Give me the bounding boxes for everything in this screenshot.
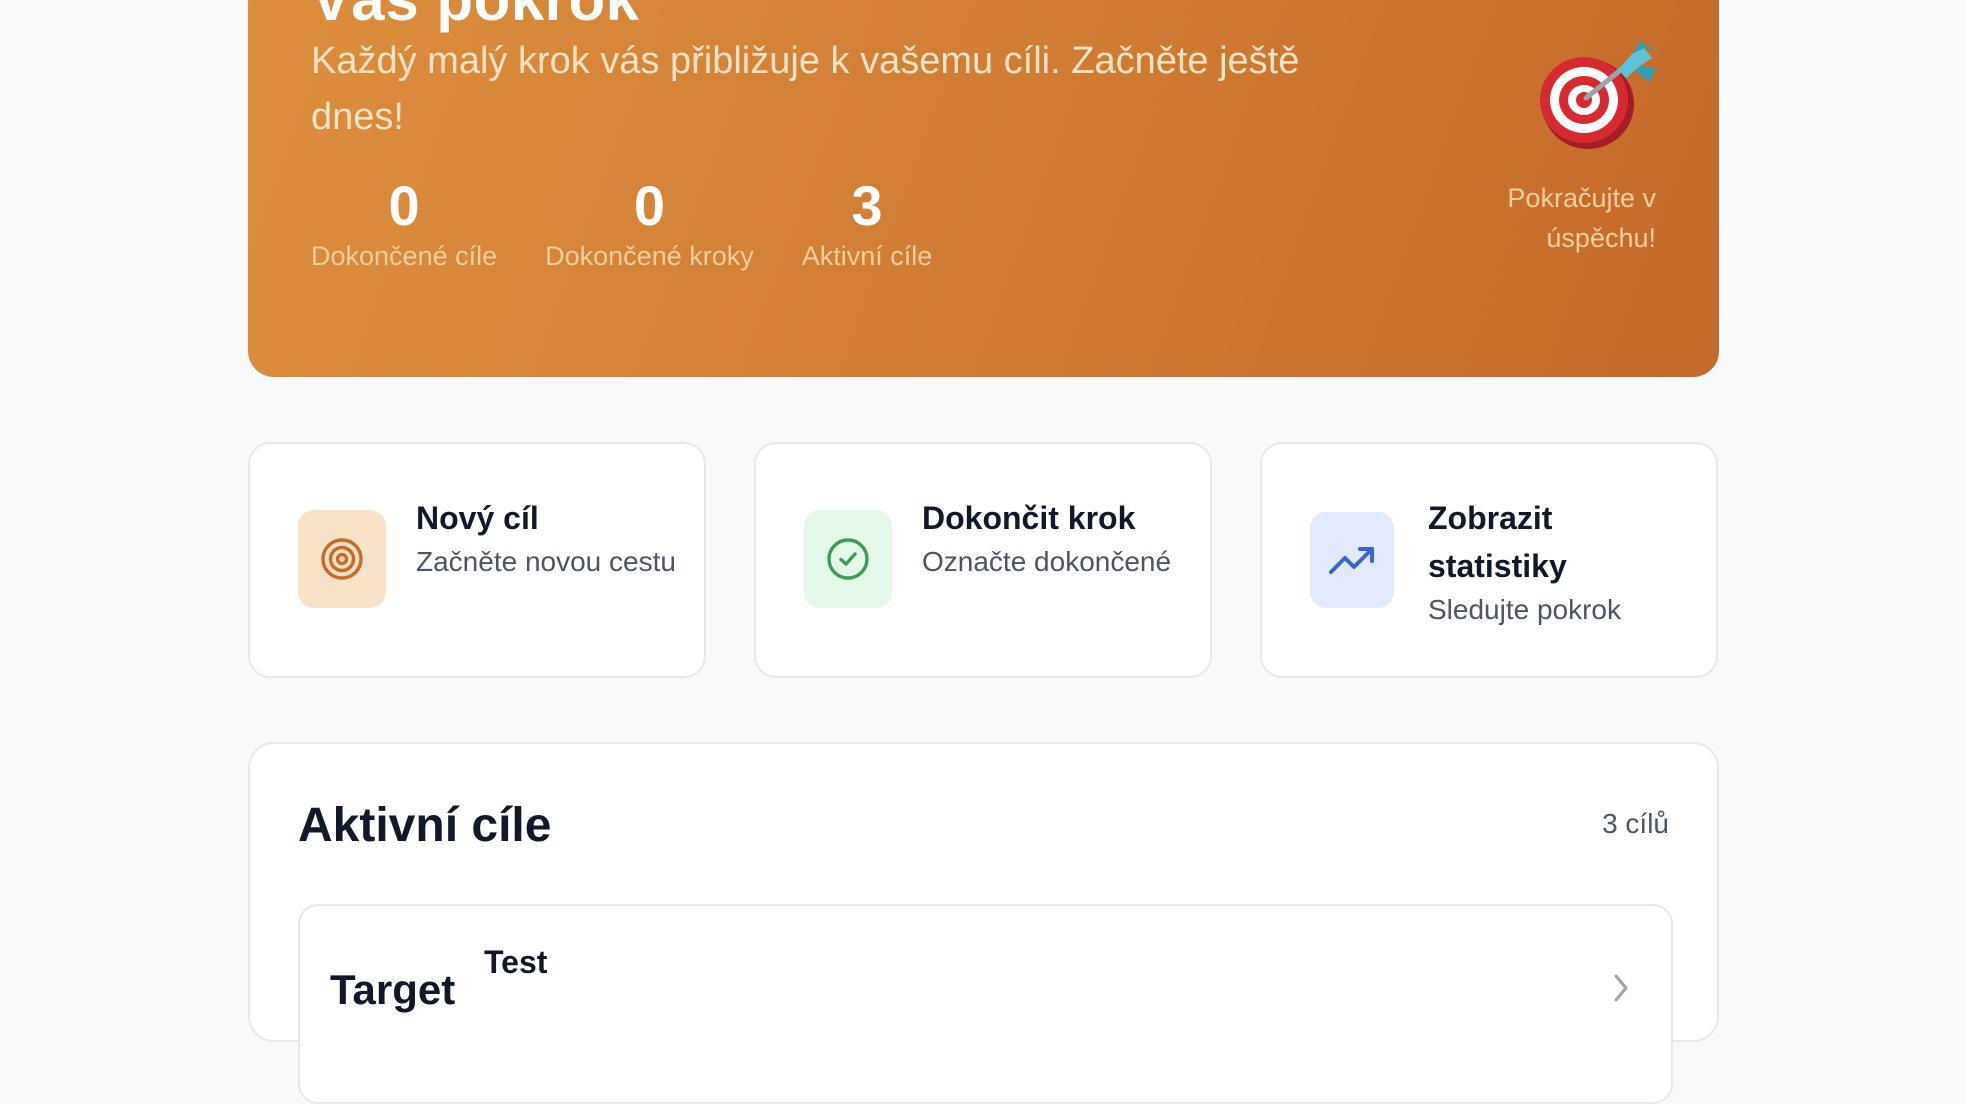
active-goals-section: Aktivní cíle 3 cílů Target Test [248,742,1719,1104]
target-dart-icon [1540,42,1656,149]
stat-value: 0 [388,174,420,237]
stat-value: 3 [851,174,883,237]
hero-title: Váš pokrok [311,0,639,30]
card-subtitle: Začněte novou cestu [416,546,676,577]
card-title: Nový cíl [416,500,539,536]
check-circle-icon [804,510,892,608]
view-stats-card[interactable]: Zobrazit statistiky Sledujte pokrok [1260,442,1718,678]
stat-active-goals: 3 Aktivní cíle [802,175,933,272]
card-subtitle: Označte dokončené [922,546,1172,577]
goal-icon-label: Target [330,966,456,1013]
stat-completed-goals: 0 Dokončené cíle [311,175,497,272]
progress-hero: Váš pokrok Každý malý krok vás přibližuj… [248,0,1719,377]
card-title: Dokončit krok [922,500,1136,536]
new-goal-card[interactable]: Nový cíl Začněte novou cestu [248,442,706,678]
stat-label: Aktivní cíle [801,241,933,271]
section-title: Aktivní cíle [298,799,552,852]
goal-name: Test [484,944,548,980]
goals-count: 3 cílů [1602,808,1669,839]
trending-up-icon [1310,512,1394,608]
stat-label: Dokončené cíle [311,241,498,271]
complete-step-card[interactable]: Dokončit krok Označte dokončené [754,442,1212,678]
stat-value: 0 [633,174,665,237]
stat-completed-steps: 0 Dokončené kroky [545,175,754,272]
goal-list-item[interactable]: Target Test [298,904,1673,1104]
chevron-right-icon [1614,974,1628,1002]
card-title: Zobrazit statistiky [1428,500,1567,584]
card-subtitle: Sledujte pokrok [1428,594,1622,625]
hero-subtitle: Každý malý krok vás přibližuje k vašemu … [311,40,1300,138]
target-icon [298,510,386,608]
stats-row: 0 Dokončené cíle 0 Dokončené kroky 3 Akt… [311,175,980,272]
stat-label: Dokončené kroky [545,241,754,271]
hero-side-text: Pokračujte v úspěchu! [1507,183,1656,253]
